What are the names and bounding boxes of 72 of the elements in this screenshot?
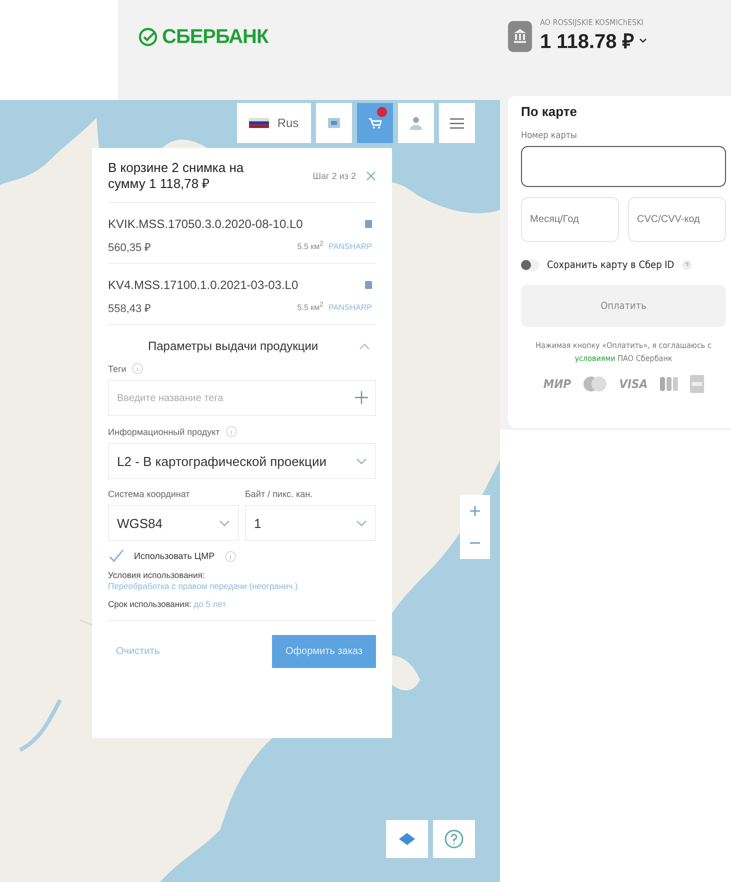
cart-button[interactable] [357, 103, 393, 143]
step-indicator: Шаг 2 из 2 [312, 171, 356, 181]
close-icon[interactable] [366, 171, 376, 181]
sberbank-logo: СБЕРБАНК [138, 24, 268, 50]
image-price: 558,43 ₽ [108, 302, 151, 314]
image-area: 5.5 км$^{2}$ [297, 242, 324, 252]
bank-icon [508, 20, 532, 52]
terms-text: Нажимая кнопку «Оплатить», я соглашаюсь с условиями ПАО Сбербанк [534, 340, 712, 365]
dem-checkbox[interactable] [108, 549, 124, 563]
image-button[interactable] [316, 103, 352, 143]
menu-icon[interactable] [450, 118, 464, 128]
card-number-field[interactable] [521, 146, 726, 187]
place-order-button[interactable]: Оформить заказ [272, 635, 376, 668]
delete-icon[interactable] [365, 220, 372, 228]
info-icon[interactable] [224, 550, 236, 562]
processing-mode-link[interactable]: PANSHARP [328, 242, 372, 252]
field-label: Теги [108, 364, 126, 374]
bytes-dropdown[interactable]: 1 [245, 505, 376, 541]
info-icon[interactable] [132, 363, 144, 374]
russia-flag-icon [249, 118, 270, 128]
card-payment-title: По карте [521, 104, 578, 119]
zoom-out-button[interactable] [460, 527, 490, 559]
dem-label: Использовать ЦМР [134, 551, 215, 561]
clear-button[interactable]: Очистить [108, 646, 168, 657]
amex-logo-icon [690, 375, 704, 393]
field-label: Информационный продукт [108, 426, 220, 436]
product-dropdown[interactable]: L2 - В картографической проекции [108, 443, 376, 479]
user-icon[interactable] [410, 116, 422, 130]
zoom-in-button[interactable] [460, 495, 490, 527]
jcb-logo-icon [660, 376, 678, 392]
chevron-up-icon[interactable] [359, 342, 370, 350]
terms-link[interactable]: Переобработка с правом передачи (неогранич.) [108, 581, 298, 591]
info-icon[interactable] [226, 426, 237, 437]
notification-badge [377, 107, 387, 117]
image-name: KVIK.MSS.17050.3.0.2020-08-10.L0 [108, 217, 303, 231]
plus-icon [470, 506, 480, 516]
image-area: 5.5 км$^{2}$ [297, 303, 324, 312]
field-label: Система координат [108, 489, 190, 499]
help-icon [444, 829, 464, 849]
layers-button[interactable] [386, 820, 428, 858]
terms-text: Условия использования: Переобработка с правом передачи (неогранич.) [108, 570, 299, 592]
image-name: KV4.MSS.17100.1.0.2021-03-03.L0 [108, 278, 298, 292]
menu-button[interactable] [439, 103, 475, 143]
card-brand-logo: МИР [543, 377, 572, 391]
period-text: Срок использования: до 5 лет [108, 599, 228, 610]
mastercard-logo-icon [583, 376, 608, 392]
period-link[interactable]: до 5 лет [194, 599, 226, 609]
cvc-field[interactable]: CVC/CVV-код [628, 197, 726, 242]
field-label: Байт / пикс. кан. [245, 489, 313, 499]
language-button[interactable]: Rus [237, 103, 311, 143]
chevron-down-icon[interactable] [639, 38, 648, 44]
user-button[interactable] [398, 103, 434, 143]
cart-icon[interactable] [368, 117, 382, 129]
image-icon[interactable] [328, 118, 340, 128]
terms-link[interactable]: условиями [574, 354, 616, 363]
save-card-label: Сохранить карту в Сбер ID [547, 260, 674, 270]
save-card-toggle[interactable] [521, 259, 539, 271]
help-button[interactable] [433, 820, 475, 858]
cart-title: В корзине 2 снимка на сумму 1 118,78 ₽ [108, 160, 245, 192]
processing-mode-link[interactable]: PANSHARP [328, 303, 372, 312]
add-icon[interactable] [355, 391, 368, 404]
image-price: 560,35 ₽ [108, 240, 151, 254]
tag-input-field[interactable]: Введите название тега [108, 380, 376, 416]
delete-icon[interactable] [365, 281, 372, 289]
layers-icon [399, 833, 415, 845]
expiry-field[interactable]: Месяц/Год [521, 197, 619, 242]
params-section-header[interactable]: Параметры выдачи продукции [108, 325, 376, 353]
merchant-name: AO ROSSIJSKIE KOSMIChESKI [540, 18, 644, 27]
field-label: Номер карты [521, 131, 578, 141]
coordinate-system-dropdown[interactable]: WGS84 [108, 505, 239, 541]
card-brand-logo: VISA [619, 377, 648, 391]
payment-amount: 1 118.78 ₽ [540, 30, 634, 54]
